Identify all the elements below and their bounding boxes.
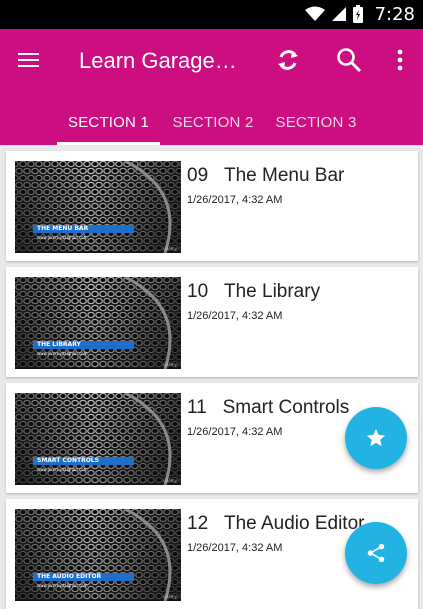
share-button[interactable] [345,522,407,584]
video-name: The Menu Bar [223,165,345,186]
video-name: The Audio Editor [223,513,365,534]
battery-icon [353,5,363,23]
video-thumbnail: SMART CONTROLS www.jeremydalghan.com ude… [15,393,181,485]
video-number: 11 [187,397,207,418]
signal-icon [332,7,346,21]
tab-section-1[interactable]: SECTION 1 [57,99,160,145]
video-thumbnail: THE MENU BAR www.jeremydalghan.com udemy [15,161,181,253]
more-vert-icon [397,49,403,71]
thumbnail-caption: THE MENU BAR [37,225,89,232]
thumbnail-url: www.jeremydalghan.com [37,583,88,588]
favorite-button[interactable] [345,407,407,469]
video-date: 1/26/2017, 4:32 AM [187,542,283,554]
thumbnail-url: www.jeremydalghan.com [37,235,88,240]
status-time: 7:28 [374,4,415,25]
search-icon [337,48,362,73]
video-thumbnail: THE LIBRARY www.jeremydalghan.com udemy [15,277,181,369]
video-title: 09 The Menu Bar [187,165,344,187]
video-number: 12 [187,513,209,534]
video-title: 11 Smart Controls [187,397,349,419]
video-date: 1/26/2017, 4:32 AM [187,310,283,322]
thumbnail-caption: SMART CONTROLS [37,457,99,464]
status-icons [305,5,363,23]
tab-section-3[interactable]: SECTION 3 [266,99,366,145]
video-name: Smart Controls [222,397,350,418]
app-bar: Learn GarageM… SECTION 1 SECTION 2 SECTI… [0,29,423,145]
search-button[interactable] [332,43,366,77]
share-icon [367,543,385,563]
video-date: 1/26/2017, 4:32 AM [187,426,283,438]
thumbnail-caption: THE AUDIO EDITOR [37,573,102,580]
thumbnail-url: www.jeremydalghan.com [37,467,88,472]
menu-button[interactable] [14,45,46,77]
thumbnail-url: www.jeremydalghan.com [37,351,88,356]
star-icon [366,428,386,447]
thumbnail-caption: THE LIBRARY [37,341,81,348]
refresh-button[interactable] [271,43,305,77]
video-number: 09 [187,165,209,186]
list-item[interactable]: THE MENU BAR www.jeremydalghan.com udemy… [6,151,418,261]
refresh-icon [278,50,298,70]
menu-icon [18,53,39,55]
video-title: 12 The Audio Editor [187,513,364,535]
status-bar: 7:28 [0,0,423,29]
wifi-icon [305,6,325,21]
list-item[interactable]: THE LIBRARY www.jeremydalghan.com udemy … [6,267,418,377]
video-title: 10 The Library [187,281,320,303]
video-number: 10 [187,281,209,302]
video-thumbnail: THE AUDIO EDITOR www.jeremydalghan.com u… [15,509,181,601]
section-tabs: SECTION 1 SECTION 2 SECTION 3 [0,99,423,145]
more-options-button[interactable] [383,43,417,77]
video-name: The Library [223,281,321,302]
app-title: Learn GarageM… [79,48,254,73]
tab-section-2[interactable]: SECTION 2 [163,99,263,145]
video-date: 1/26/2017, 4:32 AM [187,194,283,206]
